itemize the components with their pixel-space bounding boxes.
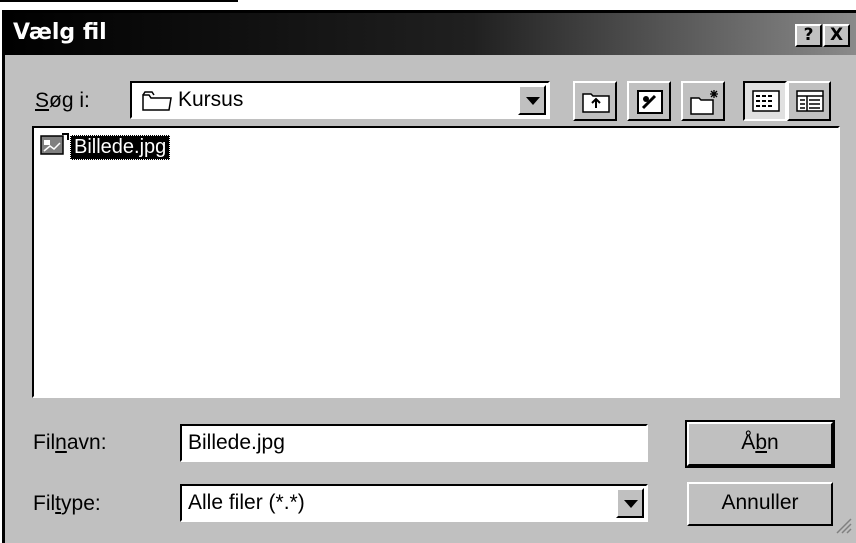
top-border-line xyxy=(0,0,238,2)
file-type-label: Filtype: xyxy=(33,492,101,515)
list-view-button[interactable] xyxy=(743,81,787,121)
file-type-value: Alle filer (*.*) xyxy=(188,491,305,514)
title-bar[interactable]: Vælg fil ? X xyxy=(5,13,856,55)
file-type-dropdown-arrow[interactable] xyxy=(616,488,644,518)
file-name-value: Billede.jpg xyxy=(188,431,285,454)
open-button[interactable]: Åbn xyxy=(685,420,835,468)
image-file-icon xyxy=(40,132,70,162)
file-type-select[interactable]: Alle filer (*.*) xyxy=(180,484,648,522)
close-button[interactable]: X xyxy=(823,24,850,47)
file-name: Billede.jpg xyxy=(70,134,171,160)
folder-icon xyxy=(142,90,172,117)
look-in-dropdown-arrow[interactable] xyxy=(518,85,546,115)
file-name-input[interactable]: Billede.jpg xyxy=(180,424,648,462)
details-view-button[interactable] xyxy=(787,81,831,121)
file-list[interactable]: Billede.jpg xyxy=(32,126,840,398)
dialog-title: Vælg fil xyxy=(13,20,107,45)
desktop-button[interactable] xyxy=(627,81,671,121)
file-name-label: Filnavn: xyxy=(33,431,107,454)
list-item[interactable]: Billede.jpg xyxy=(40,132,171,162)
look-in-combo[interactable]: Kursus xyxy=(130,81,550,119)
cancel-button[interactable]: Annuller xyxy=(687,482,833,526)
open-file-dialog: Vælg fil ? X Søg i: Kursus Billede.jpg F… xyxy=(2,10,856,543)
look-in-label: Søg i: xyxy=(35,89,90,112)
resize-grip-icon[interactable] xyxy=(834,516,852,539)
look-in-folder: Kursus xyxy=(178,88,244,111)
help-button[interactable]: ? xyxy=(795,24,822,47)
new-folder-button[interactable] xyxy=(681,81,725,121)
up-one-level-button[interactable] xyxy=(573,81,617,121)
